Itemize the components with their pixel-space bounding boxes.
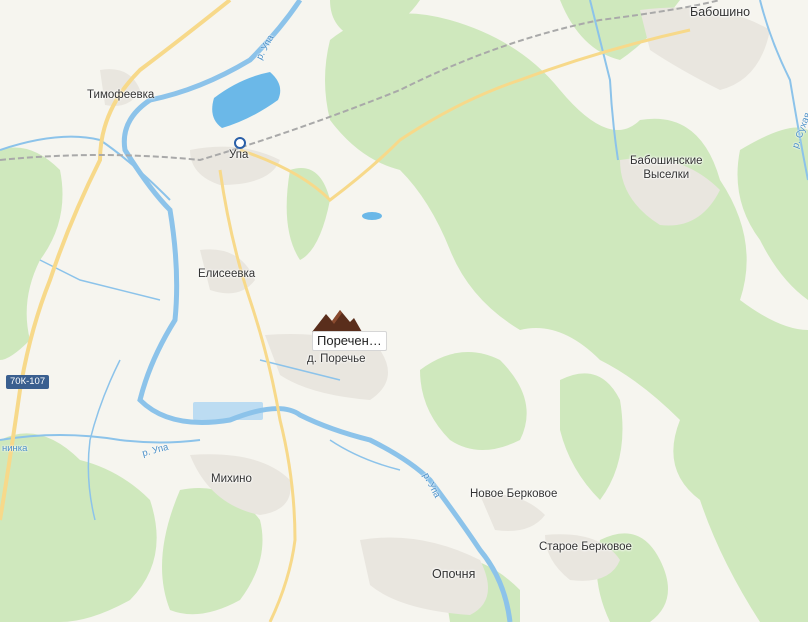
label-opochnya: Опочня [432, 567, 476, 581]
map-view[interactable]: р. Упа р. Упа р. Упа р. Сухая нинка Тимо… [0, 0, 808, 622]
label-porechye: д. Поречье [307, 353, 366, 365]
label-upa-station: Упа [229, 149, 249, 161]
label-baboshinskie-line2: Выселки [643, 168, 690, 181]
label-mikhino: Михино [211, 473, 252, 485]
selected-place-label[interactable]: Поречен… [312, 331, 387, 351]
label-baboshinskie-vyselki: Бабошинские Выселки [630, 155, 703, 183]
road-number-badge: 70К-107 [6, 375, 50, 389]
label-baboshino: Бабошино [690, 5, 751, 19]
label-novoe-berkovoe: Новое Берковое [470, 488, 558, 500]
railway-station-icon [234, 137, 246, 149]
label-staroe-berkovoe: Старое Берковое [539, 541, 632, 553]
label-baboshinskie-line1: Бабошинские [630, 155, 703, 167]
river-label-left-edge: нинка [2, 443, 28, 454]
label-timofeevka: Тимофеевка [87, 89, 155, 101]
label-elishevka: Елисеевка [198, 268, 256, 280]
